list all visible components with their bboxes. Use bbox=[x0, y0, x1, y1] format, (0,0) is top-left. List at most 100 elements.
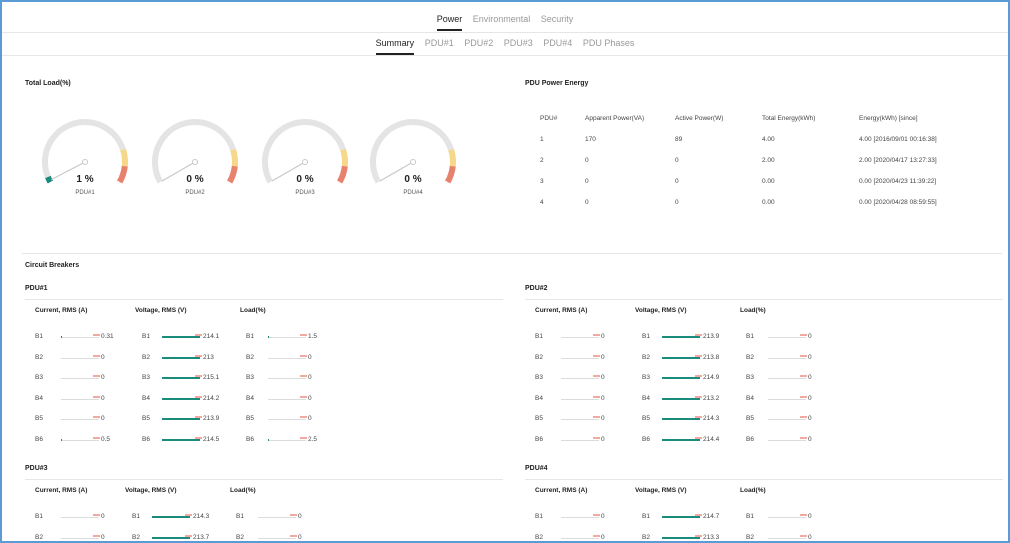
load-value: 0 bbox=[808, 394, 812, 402]
current-value: 0 bbox=[101, 353, 105, 361]
table-row: 1 170 89 4.00 4.00 [2016/09/01 00:16:38] bbox=[530, 129, 969, 150]
load-bar-track bbox=[268, 378, 306, 379]
current-bar-limit bbox=[93, 436, 100, 439]
load-value: 0 bbox=[308, 394, 312, 402]
load-header: Load(%) bbox=[230, 487, 256, 494]
breaker-label: B1 bbox=[236, 513, 244, 520]
voltage-value: 214.3 bbox=[703, 415, 720, 422]
current-bar-limit bbox=[593, 354, 600, 357]
current-value: 0 bbox=[601, 374, 605, 381]
breaker-label: B2 bbox=[236, 533, 244, 541]
gauge-label: PDU#2 bbox=[185, 190, 205, 196]
tab-pdu2[interactable]: PDU#2 bbox=[464, 38, 493, 53]
current-bar-track bbox=[61, 378, 99, 379]
current-bar-track bbox=[561, 517, 599, 518]
total-load-title: Total Load(%) bbox=[25, 80, 71, 87]
breaker-label: B2 bbox=[35, 353, 43, 361]
voltage-bar-limit bbox=[185, 514, 192, 516]
energy-cell: 4.00 [2016/09/01 00:16:38] bbox=[859, 136, 937, 143]
voltage-bar-fill bbox=[662, 356, 700, 359]
voltage-bar-limit bbox=[695, 395, 702, 398]
energy-cell: 3 bbox=[540, 178, 544, 185]
tab-pdu3[interactable]: PDU#3 bbox=[504, 38, 533, 53]
breaker-label: B3 bbox=[535, 374, 543, 381]
energy-cell: 0.00 [2020/04/28 08:59:55] bbox=[859, 199, 937, 206]
current-bar-track bbox=[61, 337, 99, 338]
pdu-divider bbox=[25, 299, 503, 300]
load-value: 0 bbox=[808, 415, 812, 422]
load-value: 2.5 bbox=[308, 435, 318, 443]
breaker-label: B2 bbox=[142, 353, 150, 361]
current-bar-track bbox=[61, 419, 99, 420]
energy-header-cell: Apparent Power(VA) bbox=[585, 115, 645, 122]
voltage-bar-fill bbox=[162, 418, 200, 420]
gauge-track bbox=[261, 119, 346, 184]
load-header: Load(%) bbox=[740, 307, 766, 314]
table-row: 2 0 0 2.00 2.00 [2020/04/17 13:27:33] bbox=[530, 150, 969, 171]
current-bar-track bbox=[61, 439, 99, 441]
breaker-label: B5 bbox=[642, 415, 650, 422]
tab-power[interactable]: Power bbox=[436, 14, 463, 31]
voltage-value: 213.9 bbox=[203, 415, 220, 422]
breaker-label: B6 bbox=[535, 435, 543, 443]
load-bar-limit bbox=[300, 334, 307, 336]
tab-security[interactable]: Security bbox=[541, 14, 574, 29]
tab-pdu-phases[interactable]: PDU Phases bbox=[583, 38, 635, 53]
load-value: 0 bbox=[808, 533, 812, 541]
pdu-title: PDU#3 bbox=[25, 465, 48, 472]
gauge-track bbox=[369, 119, 454, 184]
breaker-row: B1 0 B1 213.9 B1 0 bbox=[525, 333, 1005, 343]
load-bar-limit bbox=[800, 395, 807, 398]
window-frame bbox=[0, 0, 1010, 543]
breaker-label: B3 bbox=[746, 374, 754, 381]
pdu-title: PDU#4 bbox=[525, 465, 548, 472]
load-bar-track bbox=[768, 378, 806, 379]
gauge-hub bbox=[302, 159, 308, 165]
breaker-label: B6 bbox=[246, 435, 254, 443]
breaker-row: B1 0 B1 214.7 B1 0 bbox=[525, 513, 1005, 523]
current-value: 0 bbox=[101, 394, 105, 402]
gauge-warn-band bbox=[340, 148, 348, 167]
tab-environmental[interactable]: Environmental bbox=[473, 14, 531, 29]
load-value: 0 bbox=[298, 533, 302, 541]
current-value: 0 bbox=[101, 533, 105, 541]
breaker-label: B4 bbox=[642, 394, 650, 402]
current-value: 0 bbox=[601, 394, 605, 402]
breaker-label: B3 bbox=[142, 374, 150, 381]
voltage-bar-limit bbox=[195, 375, 202, 377]
voltage-value: 213.9 bbox=[703, 333, 720, 340]
tab-pdu1[interactable]: PDU#1 bbox=[425, 38, 454, 53]
breaker-label: B5 bbox=[246, 415, 254, 422]
breaker-row: B2 0 B2 213 B2 0 bbox=[25, 354, 505, 364]
voltage-bar-limit bbox=[195, 354, 202, 357]
current-bar-limit bbox=[593, 534, 600, 537]
breaker-label: B4 bbox=[246, 394, 254, 402]
load-gauge: 0 % PDU#3 bbox=[260, 112, 360, 212]
current-bar-track bbox=[61, 357, 99, 359]
breaker-label: B2 bbox=[746, 353, 754, 361]
gauge-label: PDU#3 bbox=[295, 190, 315, 196]
breaker-label: B5 bbox=[535, 415, 543, 422]
gauge-warn-band bbox=[120, 148, 128, 167]
load-value: 0 bbox=[298, 513, 302, 520]
load-bar-limit bbox=[800, 334, 807, 336]
load-bar-track bbox=[768, 337, 806, 338]
voltage-bar-fill bbox=[162, 356, 200, 359]
tab-summary[interactable]: Summary bbox=[375, 38, 415, 55]
breaker-label: B3 bbox=[35, 374, 43, 381]
gauge-label: PDU#1 bbox=[75, 190, 95, 196]
load-bar-limit bbox=[300, 354, 307, 357]
load-gauge: 1 % PDU#1 bbox=[40, 112, 140, 212]
load-gauge: 0 % PDU#2 bbox=[150, 112, 250, 212]
voltage-value: 213 bbox=[203, 353, 214, 361]
current-value: 0.5 bbox=[101, 435, 111, 443]
pdu-title: PDU#2 bbox=[525, 285, 548, 292]
load-value: 0 bbox=[808, 513, 812, 520]
tab-pdu4[interactable]: PDU#4 bbox=[543, 38, 572, 53]
voltage-header: Voltage, RMS (V) bbox=[125, 487, 177, 494]
energy-cell: 4.00 bbox=[762, 136, 775, 143]
voltage-bar-limit bbox=[695, 416, 702, 418]
breaker-label: B6 bbox=[142, 435, 150, 443]
current-value: 0 bbox=[601, 353, 605, 361]
load-gauge: 0 % PDU#4 bbox=[368, 112, 468, 212]
